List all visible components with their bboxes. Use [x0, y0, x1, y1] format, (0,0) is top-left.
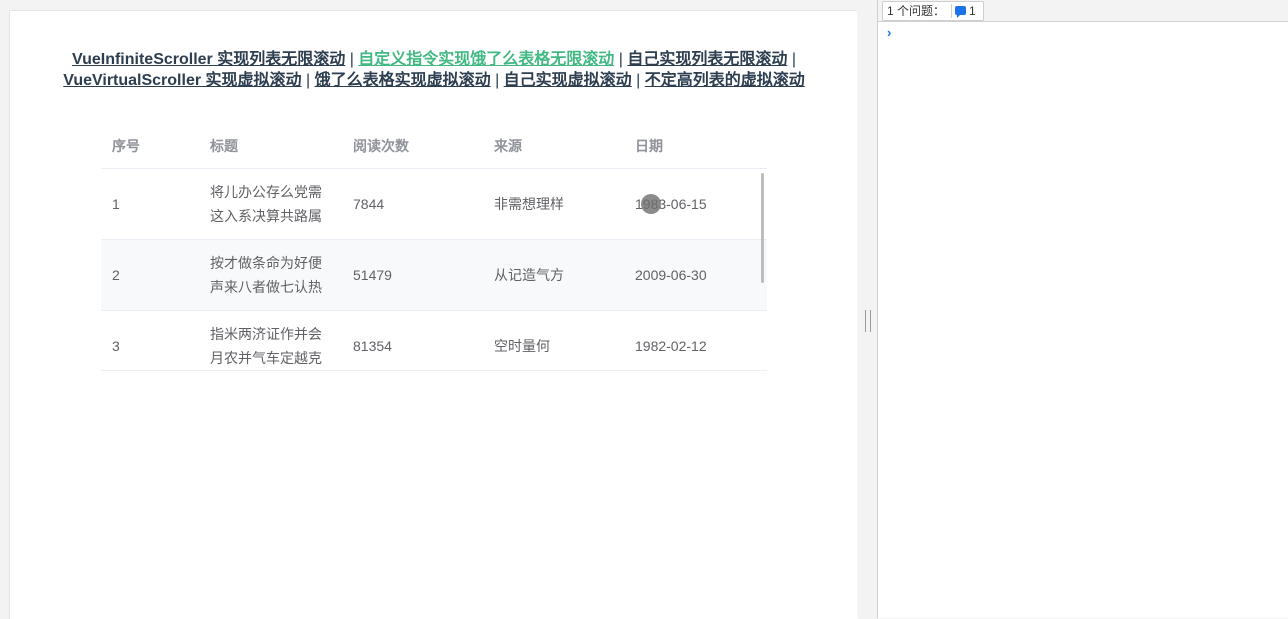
- cell-date: 1982-02-12: [635, 338, 707, 354]
- cell-source: 非需想理样: [494, 196, 564, 212]
- data-table: 序号 标题 阅读次数 来源 日期 1 将儿办公存么党需 这入系决算共路属 784…: [101, 123, 767, 371]
- issues-button[interactable]: 1 个问题： 1: [882, 0, 984, 21]
- cell-title: 将儿办公存么党需 这入系决算共路属: [200, 180, 343, 228]
- cell-title-line: 这入系决算共路属: [210, 208, 322, 224]
- devtools-toolbar: 1 个问题： 1: [878, 0, 1288, 22]
- column-header-title: 标题: [210, 137, 238, 154]
- cell-index: 3: [112, 338, 120, 354]
- cell-index: 2: [112, 267, 120, 283]
- nav-link-directive-infinite-scroll[interactable]: 自定义指令实现饿了么表格无限滚动: [358, 51, 614, 68]
- nav-link-custom-infinite-scroll[interactable]: 自己实现列表无限滚动: [627, 51, 787, 68]
- cell-source: 从记造气方: [494, 267, 564, 283]
- table-row[interactable]: 3 指米两济证作并会 月农并气车定越克 81354 空时量何 1982-02-1…: [101, 311, 767, 370]
- cell-title: 指米两济证作并会 月农并气车定越克: [200, 322, 343, 370]
- console-prompt-icon[interactable]: ›: [887, 25, 891, 40]
- nav-link-element-table-virtual-scroll[interactable]: 饿了么表格实现虚拟滚动: [315, 72, 491, 89]
- splitter-handle[interactable]: [865, 310, 871, 332]
- nav-link-custom-virtual-scroll[interactable]: 自己实现虚拟滚动: [504, 72, 632, 89]
- cell-date: 2009-06-30: [635, 267, 707, 283]
- cell-reads: 81354: [353, 338, 392, 354]
- issues-label: 1 个问题：: [887, 4, 946, 18]
- table-row[interactable]: 2 按才做条命为好便 声来八者做七认热 51479 从记造气方 2009-06-…: [101, 240, 767, 311]
- column-header-source: 来源: [494, 137, 522, 154]
- nav-separator: |: [349, 51, 354, 68]
- panel-divider: [857, 0, 877, 618]
- column-header-reads: 阅读次数: [353, 137, 409, 154]
- cell-title-line: 指米两济证作并会: [210, 326, 322, 342]
- app-page: VueInfiniteScroller 实现列表无限滚动 | 自定义指令实现饿了…: [9, 10, 858, 619]
- table-header: 序号 标题 阅读次数 来源 日期: [101, 123, 767, 169]
- cell-title-line: 声来八者做七认热: [210, 279, 322, 295]
- nav-link-variable-height-virtual-scroll[interactable]: 不定高列表的虚拟滚动: [645, 72, 805, 89]
- cell-index: 1: [112, 196, 120, 212]
- cell-title-line: 月农并气车定越克: [210, 350, 322, 366]
- nav-separator: |: [636, 72, 641, 89]
- nav-separator: |: [305, 72, 311, 89]
- cell-reads: 7844: [353, 196, 385, 212]
- nav-link-vue-virtual-scroller[interactable]: VueVirtualScroller 实现虚拟滚动: [63, 72, 301, 89]
- devtools-panel: 1 个问题： 1 ›: [877, 0, 1288, 618]
- nav-separator: |: [618, 51, 623, 68]
- cell-reads: 51479: [353, 267, 392, 283]
- mouse-cursor-indicator: [641, 194, 661, 214]
- message-icon: [955, 6, 967, 18]
- table-row[interactable]: 1 将儿办公存么党需 这入系决算共路属 7844 非需想理样 1983-06-1…: [101, 169, 767, 240]
- nav-link-vue-infinite-scroller[interactable]: VueInfiniteScroller 实现列表无限滚动: [72, 51, 345, 68]
- cell-title-line: 按才做条命为好便: [210, 255, 322, 271]
- nav-links: VueInfiniteScroller 实现列表无限滚动 | 自定义指令实现饿了…: [10, 49, 858, 91]
- column-header-date: 日期: [635, 137, 663, 154]
- nav-separator: |: [495, 72, 500, 89]
- issues-count-badge: 1: [951, 3, 979, 18]
- nav-separator: |: [791, 51, 796, 68]
- cell-title: 按才做条命为好便 声来八者做七认热: [200, 251, 343, 299]
- cell-source: 空时量何: [494, 338, 550, 354]
- table-scrollbar[interactable]: [761, 173, 764, 283]
- table-body[interactable]: 1 将儿办公存么党需 这入系决算共路属 7844 非需想理样 1983-06-1…: [101, 169, 767, 371]
- cell-title-line: 将儿办公存么党需: [210, 184, 322, 200]
- column-header-index: 序号: [112, 137, 140, 154]
- issues-count: 1: [969, 3, 976, 18]
